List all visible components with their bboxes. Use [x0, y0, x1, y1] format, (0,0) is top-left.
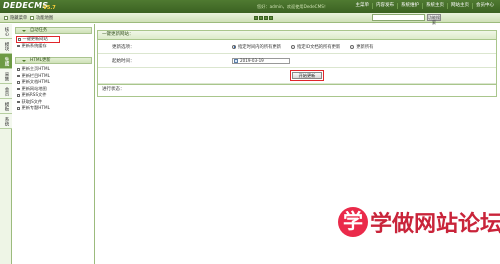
top-nav: 主菜单 内容发布 系统维护 系统主页 网站主页 会员中心 — [353, 3, 498, 9]
sub-toolbar: 隐藏菜单 功能地图 功能搜索 — [0, 13, 500, 25]
hide-menu-label: 隐藏菜单 — [10, 16, 28, 21]
bullet-icon — [17, 100, 20, 103]
watermark-logo: 学 学做网站论坛 — [338, 206, 500, 238]
tab-templates[interactable]: 模板 — [0, 99, 12, 114]
start-time-input[interactable]: 2019-03-19 — [232, 57, 290, 64]
bullet-icon — [17, 107, 20, 110]
calendar-icon[interactable] — [234, 58, 238, 63]
nav-site-home[interactable]: 网站主页 — [447, 3, 472, 9]
nav-system-home[interactable]: 系统主页 — [422, 3, 447, 9]
start-update-button[interactable]: 开始更新 — [292, 72, 322, 79]
option-update-all[interactable]: 更新所有 — [350, 44, 373, 50]
update-options-label: 更新选项： — [112, 44, 135, 50]
skin-square-icon[interactable] — [264, 16, 268, 20]
bullet-icon — [17, 87, 20, 90]
option-id-range[interactable]: 指定ID文档的所有更新 — [290, 44, 341, 50]
vertical-tabs: 核心 模块 生成 采集 会员 模板 系统 — [0, 24, 12, 264]
function-search-button[interactable]: 功能搜索 — [427, 14, 441, 25]
button-row: 开始更新 — [98, 68, 496, 84]
welcome-text: 您好：admin，欢迎使用DedeCMS！ — [257, 4, 329, 9]
start-time-row: 起始时间： 2019-03-19 — [98, 54, 496, 68]
tab-system[interactable]: 系统 — [0, 114, 12, 129]
bullet-icon — [18, 38, 21, 41]
panel-title: 一键更新网站： — [98, 31, 496, 40]
start-button-highlight: 开始更新 — [290, 70, 324, 81]
option-label: 更新所有 — [356, 44, 374, 50]
update-panel: 一键更新网站： 更新选项： 指定时间内的所有更新 指定ID文档的所有更新 更新所… — [97, 30, 497, 85]
logo-version: V5.7 — [43, 5, 56, 11]
menu-label: 更新专题HTML — [21, 105, 50, 110]
radio-update-all[interactable] — [350, 44, 355, 49]
option-label: 指定ID文档的所有更新 — [296, 44, 341, 50]
main-content: 一键更新网站： 更新选项： 指定时间内的所有更新 指定ID文档的所有更新 更新所… — [97, 30, 497, 97]
skin-square-icon[interactable] — [269, 16, 273, 20]
dedecms-logo[interactable]: DEDECMS V5.7 — [3, 1, 63, 13]
function-map-label: 功能地图 — [36, 16, 54, 21]
hide-menu-icon — [4, 16, 8, 20]
nav-content-publish[interactable]: 内容发布 — [372, 3, 397, 9]
start-time-cell: 2019-03-19 — [232, 57, 496, 64]
start-time-value: 2019-03-19 — [240, 58, 264, 63]
menu-update-topic-html[interactable]: 更新专题HTML — [17, 105, 94, 112]
update-options-row: 更新选项： 指定时间内的所有更新 指定ID文档的所有更新 更新所有 — [98, 40, 496, 54]
tab-modules[interactable]: 模块 — [0, 39, 12, 54]
skin-square-icon[interactable] — [254, 16, 258, 20]
tab-members[interactable]: 会员 — [0, 84, 12, 99]
update-options-group: 指定时间内的所有更新 指定ID文档的所有更新 更新所有 — [232, 44, 496, 50]
skin-switcher — [254, 16, 273, 20]
function-map-icon — [30, 16, 34, 20]
start-time-label: 起始时间： — [112, 58, 135, 64]
bullet-icon — [17, 94, 20, 97]
nav-member-center[interactable]: 会员中心 — [472, 3, 497, 9]
option-label: 指定时间内的所有更新 — [238, 44, 281, 50]
bullet-icon — [17, 74, 20, 77]
skin-square-icon[interactable] — [259, 16, 263, 20]
watermark-circle: 学 — [338, 207, 368, 237]
function-map-link[interactable]: 功能地图 — [30, 15, 53, 21]
bullet-icon — [17, 44, 20, 47]
radio-id-range[interactable] — [290, 44, 295, 49]
bullet-icon — [17, 68, 20, 71]
nav-main-menu[interactable]: 主菜单 — [353, 3, 373, 9]
menu-update-cache[interactable]: 更新系统缓存 — [17, 43, 94, 50]
logo-text: DEDECMS — [3, 1, 49, 10]
top-header: DEDECMS V5.7 您好：admin，欢迎使用DedeCMS！ 主菜单 内… — [0, 0, 500, 13]
bullet-icon — [17, 81, 20, 84]
tab-generate[interactable]: 生成 — [0, 54, 12, 69]
sidebar-menu: 自动任务 一键更新网站 更新系统缓存 HTML更新 更新主页HTML 更新栏目H… — [13, 24, 95, 264]
tab-collect[interactable]: 采集 — [0, 69, 12, 84]
nav-system-maintenance[interactable]: 系统维护 — [397, 3, 422, 9]
hide-menu-link[interactable]: 隐藏菜单 — [4, 15, 27, 21]
option-time-range[interactable]: 指定时间内的所有更新 — [232, 44, 281, 50]
radio-time-range[interactable] — [232, 44, 236, 49]
group-auto-tasks[interactable]: 自动任务 — [15, 27, 92, 34]
function-search-input[interactable] — [372, 14, 425, 21]
menu-label: 更新系统缓存 — [21, 42, 47, 48]
group-html-update[interactable]: HTML更新 — [15, 57, 92, 64]
tab-core[interactable]: 核心 — [0, 24, 12, 39]
progress-status: 进行状态： — [97, 85, 497, 97]
watermark-text: 学做网站论坛 — [370, 212, 500, 237]
